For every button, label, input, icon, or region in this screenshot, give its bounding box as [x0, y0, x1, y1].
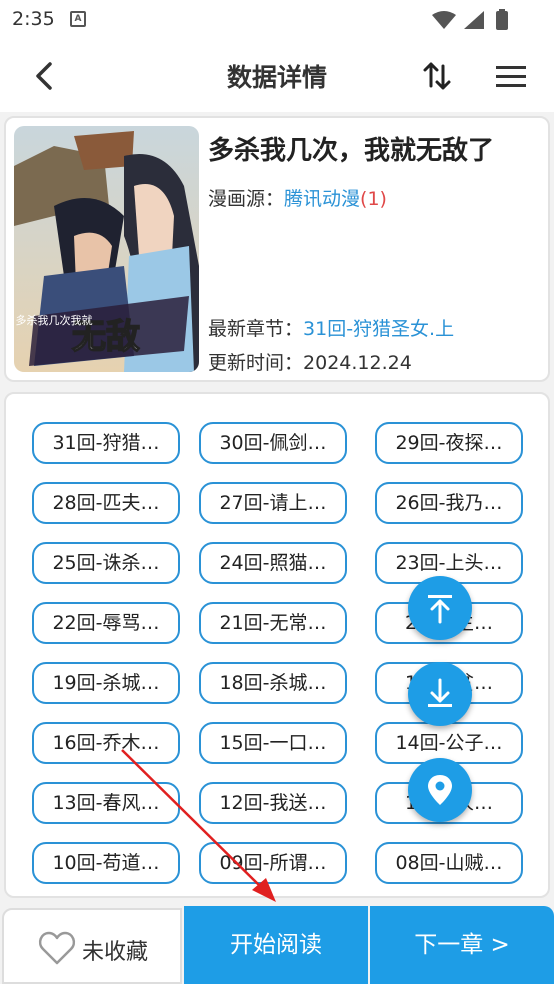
next-chapter-button[interactable]: 下一章 >	[370, 906, 554, 984]
favorite-label: 未收藏	[82, 940, 149, 965]
start-reading-button[interactable]: 开始阅读	[184, 906, 368, 984]
favorite-button[interactable]: 未收藏	[2, 908, 182, 984]
bottom-action-bar: 未收藏 开始阅读 下一章 >	[0, 906, 554, 984]
heart-icon	[38, 931, 76, 965]
annotation-arrow	[121, 749, 276, 902]
